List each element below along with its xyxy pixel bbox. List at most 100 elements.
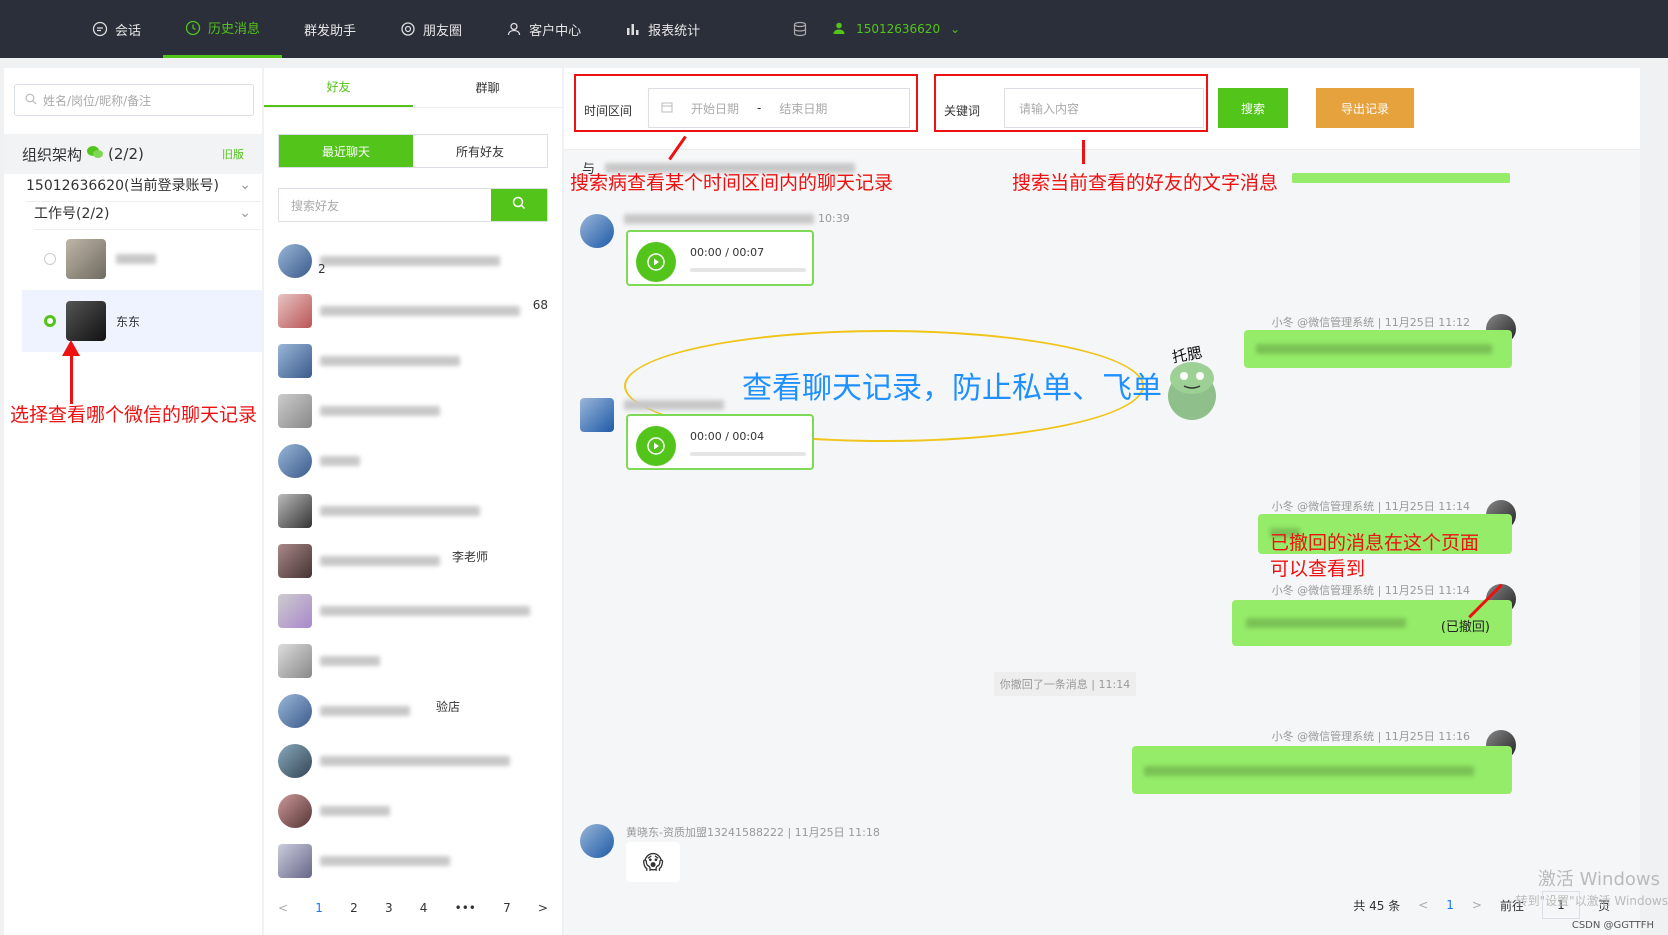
nav-item-moments[interactable]: 朋友圈 bbox=[378, 0, 484, 58]
main-nav: 会话 历史消息 群发助手 朋友圈 客户中心 报表统计 bbox=[70, 0, 722, 58]
nav-item-customer[interactable]: 客户中心 bbox=[484, 0, 603, 58]
account-switcher[interactable]: 15012636620 ⌄ bbox=[792, 21, 960, 38]
blurred-name bbox=[624, 400, 724, 410]
blurred-name bbox=[320, 856, 450, 866]
list-item[interactable] bbox=[278, 836, 548, 886]
nav-item-mass-send[interactable]: 群发助手 bbox=[282, 0, 378, 58]
pager-ellipsis[interactable]: ••• bbox=[455, 901, 476, 915]
old-version-link[interactable]: 旧版 bbox=[222, 146, 244, 162]
pager-page[interactable]: 1 bbox=[315, 901, 323, 915]
annotation-select-wechat: 选择查看哪个微信的聊天记录 bbox=[10, 404, 258, 426]
wechat-radio-selected[interactable] bbox=[44, 315, 56, 327]
avatar bbox=[278, 444, 312, 478]
windows-watermark: 激活 Windows bbox=[1537, 869, 1660, 890]
pager-next[interactable]: > bbox=[538, 901, 548, 915]
work-account-row[interactable]: 工作号(2/2) ⌄ bbox=[34, 196, 261, 230]
voice-message[interactable]: 00:00 / 00:04 bbox=[626, 414, 814, 470]
account-user-icon bbox=[832, 21, 846, 38]
list-item[interactable] bbox=[278, 636, 548, 686]
chat-history-panel: 时间区间 开始日期 - 结束日期 关键词 请输入内容 搜索 导出记录 与 搜索病… bbox=[564, 68, 1668, 935]
wechat-account-item-selected[interactable]: 东东 bbox=[22, 290, 262, 352]
message-bubble bbox=[1292, 173, 1510, 183]
org-count: (2/2) bbox=[108, 145, 144, 163]
list-item[interactable]: 验店 bbox=[278, 686, 548, 736]
account-number: 15012636620 bbox=[856, 22, 941, 36]
pager-next[interactable]: > bbox=[1472, 898, 1482, 912]
search-button[interactable]: 搜索 bbox=[1218, 88, 1288, 128]
tab-groups[interactable]: 群聊 bbox=[413, 68, 562, 107]
nav-label: 朋友圈 bbox=[423, 23, 463, 39]
sticker-image: 托腮 bbox=[1162, 344, 1222, 422]
segment-all[interactable]: 所有好友 bbox=[413, 135, 547, 167]
recall-notice: 你撤回了一条消息 | 11:14 bbox=[994, 672, 1136, 696]
recalled-tag: (已撤回) bbox=[1440, 620, 1490, 635]
top-nav-bar: 会话 历史消息 群发助手 朋友圈 客户中心 报表统计 15012636620 ⌄ bbox=[0, 0, 1668, 58]
avatar bbox=[278, 344, 312, 378]
nav-label: 会话 bbox=[115, 23, 142, 39]
message-meta: 小冬 @微信管理系统 | 11月25日 11:12 bbox=[1271, 316, 1470, 329]
list-item[interactable]: 李老师 bbox=[278, 536, 548, 586]
play-icon[interactable] bbox=[636, 426, 676, 466]
voice-progress[interactable] bbox=[690, 452, 806, 456]
friend-search-button[interactable] bbox=[491, 189, 547, 221]
wechat-account-item[interactable] bbox=[22, 228, 262, 290]
pager-prev[interactable]: < bbox=[278, 901, 288, 915]
nav-label: 群发助手 bbox=[304, 23, 357, 39]
search-placeholder: 姓名/岗位/昵称/备注 bbox=[43, 93, 152, 108]
blurred-name bbox=[320, 806, 390, 816]
blurred-name bbox=[320, 606, 530, 616]
pager-page[interactable]: 2 bbox=[350, 901, 358, 915]
blurred-name bbox=[320, 356, 460, 366]
voice-progress[interactable] bbox=[690, 268, 806, 272]
pager-page[interactable]: 1 bbox=[1446, 898, 1454, 912]
blurred-name bbox=[320, 706, 410, 716]
friend-snippet: 验店 bbox=[435, 700, 460, 714]
chevron-down-icon: ⌄ bbox=[950, 22, 961, 36]
csdn-watermark: CSDN @GGTTFH bbox=[1571, 920, 1654, 931]
message-bubble bbox=[1132, 746, 1512, 794]
list-item[interactable] bbox=[278, 486, 548, 536]
friend-search-input[interactable]: 搜索好友 bbox=[279, 189, 491, 221]
pager-total: 共 45 条 bbox=[1353, 898, 1401, 913]
nav-item-report[interactable]: 报表统计 bbox=[603, 0, 722, 58]
list-item[interactable]: 2 bbox=[278, 236, 548, 286]
user-icon bbox=[506, 21, 522, 37]
friend-filter-segment: 最近聊天 所有好友 bbox=[278, 134, 548, 168]
list-item[interactable] bbox=[278, 736, 548, 786]
nav-label: 历史消息 bbox=[208, 22, 261, 37]
avatar bbox=[278, 294, 312, 328]
message-meta: 黄晓东-资质加盟13241588222 | 11月25日 11:18 bbox=[626, 826, 880, 839]
list-item[interactable] bbox=[278, 786, 548, 836]
wechat-radio[interactable] bbox=[44, 253, 56, 265]
nav-item-history[interactable]: 历史消息 bbox=[163, 0, 283, 58]
nav-item-chat[interactable]: 会话 bbox=[70, 0, 163, 58]
org-panel: 姓名/岗位/昵称/备注 组织架构 (2/2) 旧版 15012636620(当前… bbox=[4, 68, 262, 935]
list-item[interactable] bbox=[278, 386, 548, 436]
annotation-arrow bbox=[70, 348, 73, 404]
tab-friends[interactable]: 好友 bbox=[264, 68, 413, 107]
pager-prev[interactable]: < bbox=[1418, 898, 1428, 912]
list-item[interactable] bbox=[278, 436, 548, 486]
friend-snippet: 李老师 bbox=[451, 550, 488, 564]
account-tree-label: 15012636620(当前登录账号) bbox=[26, 177, 219, 194]
pager-page[interactable]: 7 bbox=[503, 901, 511, 915]
annotation-keyword-search: 搜索当前查看的好友的文字消息 bbox=[1012, 172, 1279, 194]
segment-recent[interactable]: 最近聊天 bbox=[279, 135, 413, 167]
blurred-name bbox=[320, 456, 360, 466]
list-item[interactable]: 68 bbox=[278, 286, 548, 336]
staff-search-input[interactable]: 姓名/岗位/昵称/备注 bbox=[14, 84, 254, 116]
pager-page[interactable]: 3 bbox=[385, 901, 393, 915]
search-icon bbox=[512, 196, 526, 214]
list-item[interactable] bbox=[278, 336, 548, 386]
export-button[interactable]: 导出记录 bbox=[1316, 88, 1414, 128]
work-account-label: 工作号(2/2) bbox=[34, 205, 110, 222]
play-icon[interactable] bbox=[636, 242, 676, 282]
history-filter-bar: 时间区间 开始日期 - 结束日期 关键词 请输入内容 搜索 导出记录 bbox=[564, 68, 1640, 150]
moments-icon bbox=[400, 21, 416, 37]
annotation-box-time bbox=[574, 74, 918, 132]
voice-message[interactable]: 00:00 / 00:07 bbox=[626, 230, 814, 286]
pager-page[interactable]: 4 bbox=[420, 901, 428, 915]
list-item[interactable] bbox=[278, 586, 548, 636]
friend-panel: 好友 群聊 最近聊天 所有好友 搜索好友 2 68 李老师 验店 < 1 2 3… bbox=[264, 68, 562, 935]
avatar bbox=[66, 239, 106, 279]
